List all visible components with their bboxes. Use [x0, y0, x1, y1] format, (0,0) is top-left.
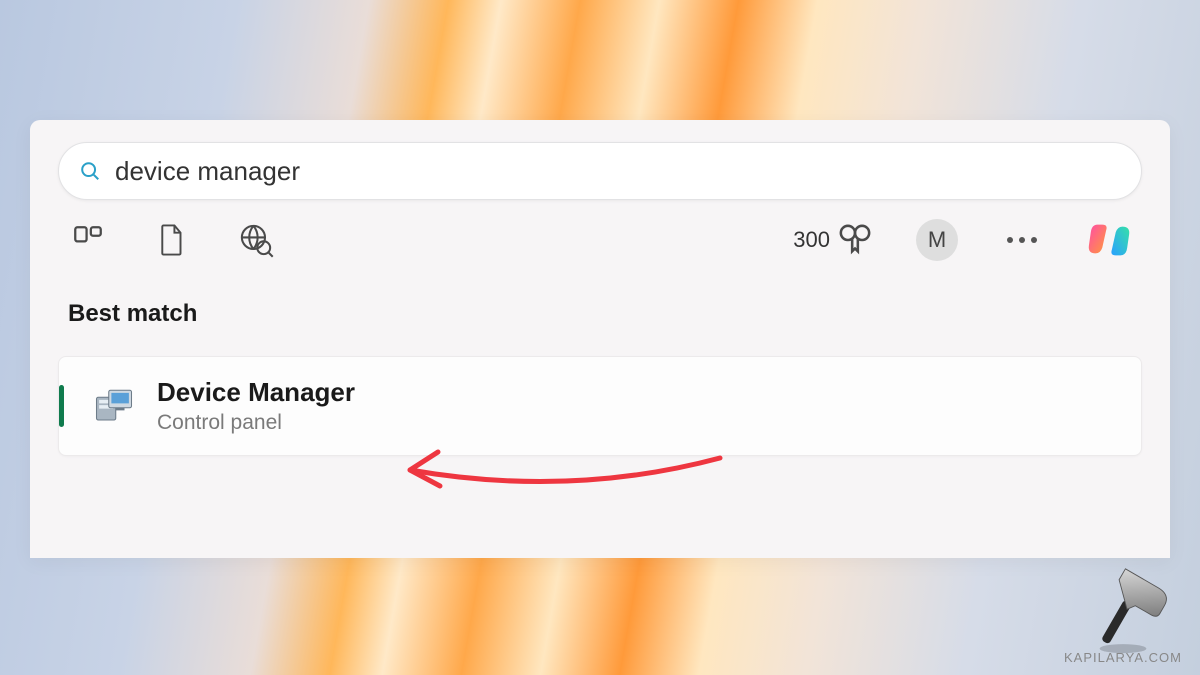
selection-accent	[59, 385, 64, 427]
document-icon	[157, 223, 187, 257]
search-filter-toolbar: 300 M	[58, 200, 1142, 280]
rewards-points[interactable]: 300	[793, 223, 872, 257]
search-input[interactable]	[115, 156, 1121, 187]
result-text: Device Manager Control panel	[157, 377, 355, 434]
globe-search-icon	[238, 222, 274, 258]
watermark-text: KAPILARYA.COM	[1064, 650, 1182, 665]
apps-grid-icon	[71, 223, 105, 257]
hammer-icon	[1078, 564, 1168, 654]
search-icon	[79, 160, 101, 182]
user-avatar[interactable]: M	[916, 219, 958, 261]
avatar-letter: M	[928, 227, 946, 253]
watermark: KAPILARYA.COM	[1064, 564, 1182, 665]
start-search-panel: 300 M	[30, 120, 1170, 558]
rewards-points-value: 300	[793, 227, 830, 253]
medal-icon	[838, 223, 872, 257]
filter-apps-tab[interactable]	[68, 220, 108, 260]
result-title: Device Manager	[157, 377, 355, 408]
copilot-icon[interactable]	[1086, 217, 1132, 263]
more-icon	[1007, 237, 1013, 243]
filter-documents-tab[interactable]	[152, 220, 192, 260]
more-options-button[interactable]	[1002, 220, 1042, 260]
best-match-result[interactable]: Device Manager Control panel	[58, 356, 1142, 456]
result-subtitle: Control panel	[157, 411, 355, 435]
device-manager-icon	[93, 385, 135, 427]
best-match-heading: Best match	[68, 300, 1142, 328]
filter-web-tab[interactable]	[236, 220, 276, 260]
search-box[interactable]	[58, 142, 1142, 200]
